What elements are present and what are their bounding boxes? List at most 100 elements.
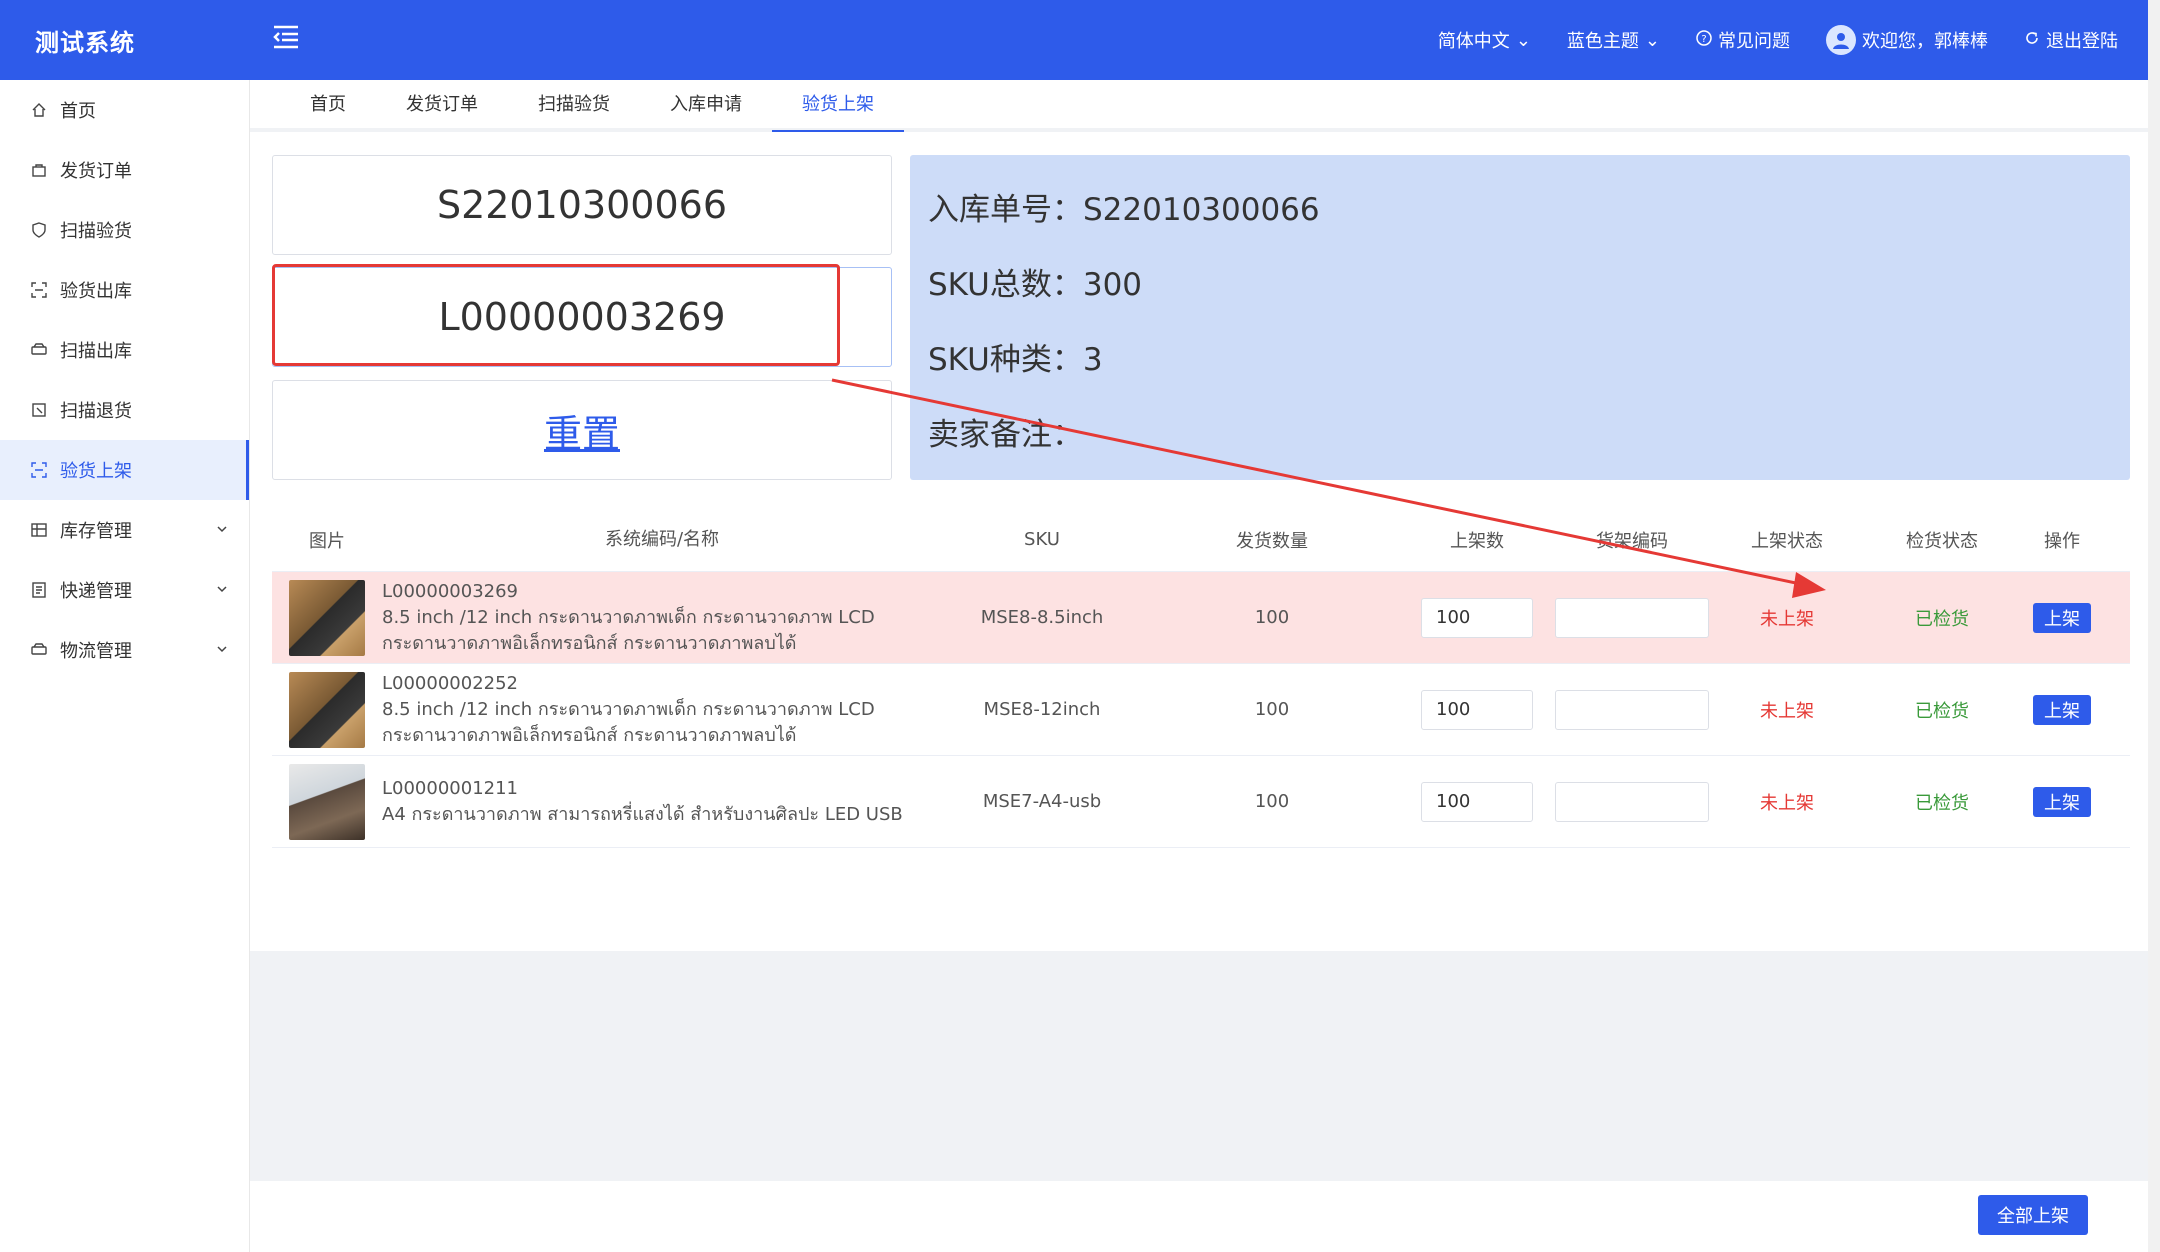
scan-icon bbox=[30, 281, 48, 299]
list-icon bbox=[30, 581, 48, 599]
sidebar-item-inventory[interactable]: 库存管理 bbox=[0, 500, 249, 560]
inbound-info-panel: 入库单号：S22010300066 SKU总数：300 SKU种类：3 卖家备注… bbox=[910, 155, 2130, 480]
product-name: 8.5 inch /12 inch กระดานวาดภาพเด็ก กระดา… bbox=[382, 698, 875, 746]
grid-icon bbox=[30, 521, 48, 539]
sidebar-item-label: 扫描出库 bbox=[60, 341, 132, 362]
scrollbar[interactable] bbox=[2148, 0, 2160, 1252]
sidebar-item-label: 快递管理 bbox=[60, 581, 132, 602]
sidebar-item-label: 首页 bbox=[60, 101, 96, 122]
tab-bar: 首页 发货订单 扫描验货 入库申请 验货上架 bbox=[250, 80, 2148, 132]
sidebar-item-scan-check[interactable]: 扫描验货 bbox=[0, 200, 249, 260]
sidebar-item-label: 验货出库 bbox=[60, 281, 132, 302]
language-selector[interactable]: 简体中文 ⌄ bbox=[1438, 27, 1531, 53]
reset-button[interactable]: 重置 bbox=[272, 380, 892, 480]
shelf-button[interactable]: 上架 bbox=[2033, 694, 2091, 725]
refresh-icon bbox=[2024, 30, 2040, 51]
sidebar-item-label: 扫描退货 bbox=[60, 401, 132, 422]
col-check-status: 检货状态 bbox=[1906, 530, 1978, 552]
svg-text:?: ? bbox=[1701, 34, 1706, 45]
col-image: 图片 bbox=[309, 530, 345, 552]
sidebar-item-express[interactable]: 快递管理 bbox=[0, 560, 249, 620]
col-ship-qty: 发货数量 bbox=[1236, 530, 1308, 552]
empty-area bbox=[250, 951, 2148, 1181]
scan-icon bbox=[30, 461, 48, 479]
shelf-qty-input[interactable] bbox=[1421, 597, 1533, 638]
shelf-qty-input[interactable] bbox=[1421, 689, 1533, 730]
col-shelf-qty: 上架数 bbox=[1450, 530, 1504, 552]
shelf-all-button[interactable]: 全部上架 bbox=[1978, 1195, 2088, 1235]
sku-total-line: SKU总数：300 bbox=[928, 267, 1143, 303]
check-status: 已检货 bbox=[1915, 792, 1969, 814]
menu-collapse-icon[interactable] bbox=[272, 24, 302, 50]
sidebar-item-label: 物流管理 bbox=[60, 641, 132, 662]
truck-icon bbox=[30, 641, 48, 659]
shelf-status: 未上架 bbox=[1760, 608, 1814, 630]
shelf-button[interactable]: 上架 bbox=[2033, 602, 2091, 633]
sku-scan-field[interactable]: L00000003269 bbox=[272, 267, 892, 367]
product-code: L00000003269 bbox=[382, 580, 519, 602]
order-number-field[interactable]: S22010300066 bbox=[272, 155, 892, 255]
sidebar-item-scan-return[interactable]: 扫描退货 bbox=[0, 380, 249, 440]
sidebar-item-label: 扫描验货 bbox=[60, 221, 132, 242]
col-code-name: 系统编码/名称 bbox=[604, 528, 720, 550]
footer-bar: 全部上架 bbox=[250, 1181, 2148, 1252]
product-sku: MSE8-12inch bbox=[983, 699, 1101, 720]
product-name: A4 กระดานวาดภาพ สามารถหรี่แสงได้ สำหรับง… bbox=[382, 803, 903, 825]
sidebar-item-label: 验货上架 bbox=[60, 461, 132, 482]
product-code: L00000002252 bbox=[382, 672, 519, 694]
sidebar-item-home[interactable]: 首页 bbox=[0, 80, 249, 140]
shelf-table: 图片 系统编码/名称 SKU 发货数量 上架数 货架编码 上架状态 检货状态 操… bbox=[272, 508, 2130, 848]
theme-selector[interactable]: 蓝色主题 ⌄ bbox=[1567, 27, 1660, 53]
sidebar-item-orders[interactable]: 发货订单 bbox=[0, 140, 249, 200]
sku-kinds-line: SKU种类：3 bbox=[928, 342, 1103, 378]
shield-icon bbox=[30, 221, 48, 239]
tab-inbound-request[interactable]: 入库申请 bbox=[640, 80, 772, 132]
faq-link[interactable]: ? 常见问题 bbox=[1696, 27, 1790, 53]
product-image bbox=[289, 579, 365, 656]
shelf-qty-input[interactable] bbox=[1421, 781, 1533, 822]
col-shelf-status: 上架状态 bbox=[1751, 530, 1823, 552]
sidebar-item-check-out[interactable]: 验货出库 bbox=[0, 260, 249, 320]
check-status: 已检货 bbox=[1915, 608, 1969, 630]
chevron-down-icon: ⌄ bbox=[1515, 29, 1531, 51]
avatar bbox=[1826, 25, 1856, 55]
top-header: 测试系统 简体中文 ⌄ 蓝色主题 ⌄ ? 常见问题 欢迎您，郭棒棒 退出登陆 bbox=[0, 0, 2148, 80]
chevron-down-icon: ⌄ bbox=[1644, 29, 1660, 51]
sidebar-item-check-shelf[interactable]: 验货上架 bbox=[0, 440, 249, 500]
tab-orders[interactable]: 发货订单 bbox=[376, 80, 508, 132]
location-input[interactable] bbox=[1555, 597, 1709, 638]
product-image bbox=[289, 671, 365, 748]
col-operation: 操作 bbox=[2044, 530, 2080, 552]
order-number-line: 入库单号：S22010300066 bbox=[928, 192, 1320, 228]
sidebar-item-label: 发货订单 bbox=[60, 161, 132, 182]
tab-home[interactable]: 首页 bbox=[280, 80, 376, 132]
bag-icon bbox=[30, 161, 48, 179]
brand-title: 测试系统 bbox=[35, 28, 135, 57]
truck-icon bbox=[30, 341, 48, 359]
seller-remark-line: 卖家备注： bbox=[928, 417, 1083, 453]
main-content: S22010300066 L00000003269 重置 入库单号：S22010… bbox=[250, 136, 2148, 1252]
logout-label: 退出登陆 bbox=[2046, 31, 2118, 52]
location-input[interactable] bbox=[1555, 781, 1709, 822]
welcome-text: 欢迎您，郭棒棒 bbox=[1862, 31, 1988, 52]
product-sku: MSE7-A4-usb bbox=[982, 791, 1102, 812]
user-menu[interactable]: 欢迎您，郭棒棒 bbox=[1826, 25, 1988, 55]
table-row: L00000001211 A4 กระดานวาดภาพ สามารถหรี่แ… bbox=[272, 756, 2130, 848]
question-icon: ? bbox=[1696, 29, 1712, 51]
shelf-button[interactable]: 上架 bbox=[2033, 786, 2091, 817]
shelf-status: 未上架 bbox=[1760, 792, 1814, 814]
tab-scan-check[interactable]: 扫描验货 bbox=[508, 80, 640, 132]
product-sku: MSE8-8.5inch bbox=[980, 607, 1104, 628]
location-input[interactable] bbox=[1555, 689, 1709, 730]
sidebar-item-scan-out[interactable]: 扫描出库 bbox=[0, 320, 249, 380]
product-image bbox=[289, 763, 365, 840]
table-row: L00000003269 8.5 inch /12 inch กระดานวาด… bbox=[272, 572, 2130, 664]
theme-label: 蓝色主题 bbox=[1566, 31, 1639, 52]
logout-button[interactable]: 退出登陆 bbox=[2024, 27, 2118, 53]
tab-check-shelf[interactable]: 验货上架 bbox=[772, 80, 904, 132]
sidebar-item-label: 库存管理 bbox=[60, 521, 132, 542]
sidebar-item-logistics[interactable]: 物流管理 bbox=[0, 620, 249, 680]
return-icon bbox=[30, 401, 48, 419]
ship-qty: 100 bbox=[1254, 699, 1290, 720]
table-header: 图片 系统编码/名称 SKU 发货数量 上架数 货架编码 上架状态 检货状态 操… bbox=[272, 508, 2130, 572]
